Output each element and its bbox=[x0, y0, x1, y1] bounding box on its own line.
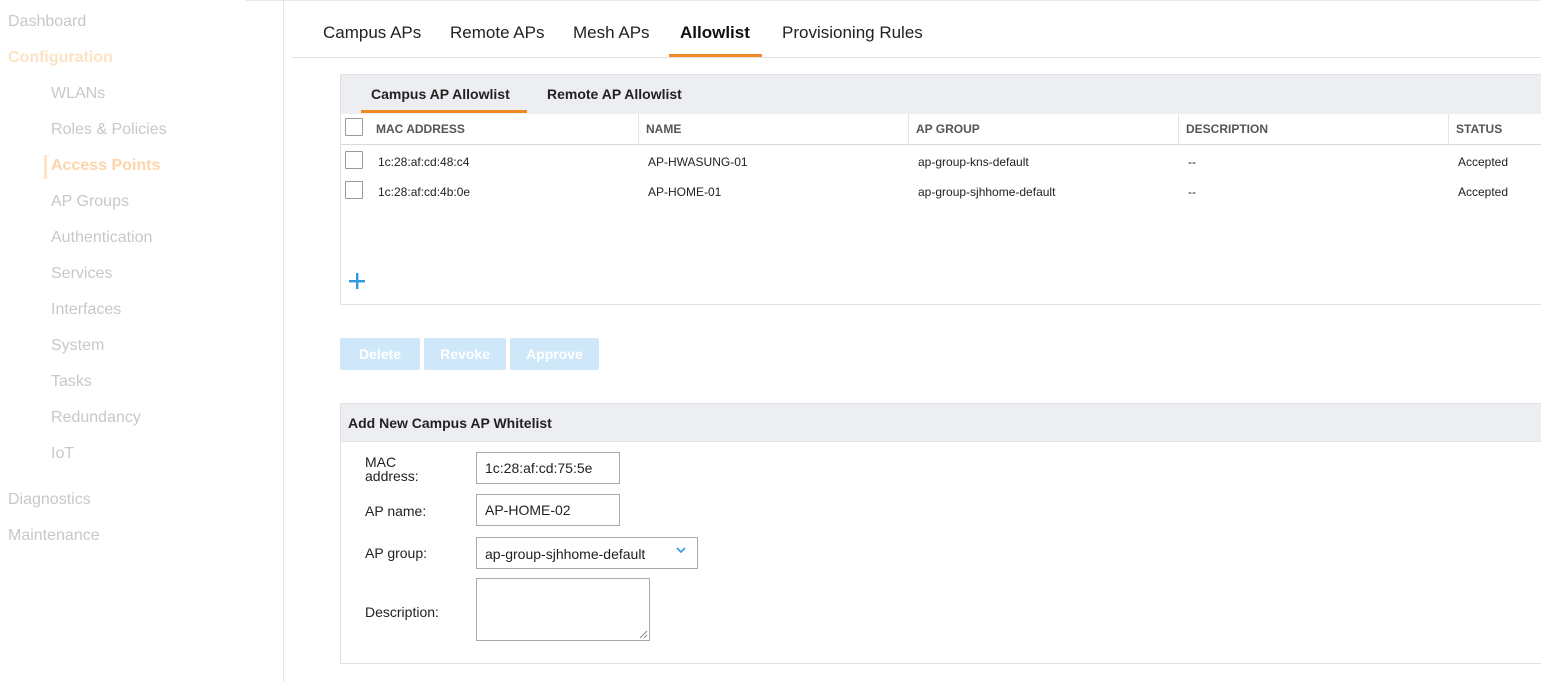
cell-name: AP-HWASUNG-01 bbox=[648, 155, 748, 169]
resize-grip-icon[interactable] bbox=[639, 630, 648, 639]
description-textarea[interactable] bbox=[476, 578, 650, 641]
column-divider bbox=[908, 114, 909, 145]
sidebar-item-redundancy[interactable]: Redundancy bbox=[51, 409, 141, 427]
cell-mac-address: 1c:28:af:cd:4b:0e bbox=[378, 185, 471, 199]
column-header-ap-group[interactable]: AP GROUP bbox=[916, 122, 980, 136]
nav-dashboard[interactable]: Dashboard bbox=[8, 13, 86, 31]
table-header: MAC ADDRESS NAME AP GROUP DESCRIPTION ST… bbox=[341, 114, 1541, 145]
description-label: Description: bbox=[365, 604, 439, 620]
allowlist-panel: Campus AP Allowlist Remote AP Allowlist … bbox=[340, 74, 1541, 305]
cell-mac-address: 1c:28:af:cd:48:c4 bbox=[378, 155, 470, 169]
active-tab-underline bbox=[669, 54, 762, 57]
tab-mesh-aps[interactable]: Mesh APs bbox=[573, 23, 650, 43]
sidebar-item-interfaces[interactable]: Interfaces bbox=[51, 301, 121, 319]
allowlist-subtabs: Campus AP Allowlist Remote AP Allowlist bbox=[341, 75, 1541, 114]
sidebar-item-ap-groups[interactable]: AP Groups bbox=[51, 193, 129, 211]
form-header: Add New Campus AP Whitelist bbox=[341, 404, 1541, 442]
ap-name-label: AP name: bbox=[365, 503, 427, 519]
row-checkbox[interactable] bbox=[345, 151, 363, 169]
cell-description: -- bbox=[1188, 185, 1196, 199]
approve-button[interactable]: Approve bbox=[510, 338, 599, 370]
column-header-name[interactable]: NAME bbox=[646, 122, 681, 136]
column-divider bbox=[638, 114, 639, 145]
ap-group-label: AP group: bbox=[365, 545, 428, 561]
sidebar-item-wlans[interactable]: WLANs bbox=[51, 85, 105, 103]
cell-description: -- bbox=[1188, 155, 1196, 169]
subtab-campus-ap-allowlist[interactable]: Campus AP Allowlist bbox=[371, 86, 510, 102]
sidebar-item-iot[interactable]: IoT bbox=[51, 445, 74, 463]
column-header-status[interactable]: STATUS bbox=[1456, 122, 1502, 136]
subtab-remote-ap-allowlist[interactable]: Remote AP Allowlist bbox=[547, 86, 682, 102]
cell-name: AP-HOME-01 bbox=[648, 185, 722, 199]
cell-status: Accepted bbox=[1458, 155, 1509, 169]
column-header-mac-address[interactable]: MAC ADDRESS bbox=[376, 122, 465, 136]
mac-address-label: MAC address: bbox=[365, 454, 419, 484]
tab-remote-aps[interactable]: Remote APs bbox=[450, 23, 545, 43]
active-nav-indicator bbox=[44, 155, 47, 179]
sidebar-item-system[interactable]: System bbox=[51, 337, 104, 355]
plus-icon[interactable] bbox=[347, 270, 367, 294]
select-all-checkbox[interactable] bbox=[345, 118, 363, 136]
cell-ap-group: ap-group-sjhhome-default bbox=[918, 185, 1056, 199]
delete-button[interactable]: Delete bbox=[340, 338, 420, 370]
cell-status: Accepted bbox=[1458, 185, 1509, 199]
row-checkbox[interactable] bbox=[345, 181, 363, 199]
form-title: Add New Campus AP Whitelist bbox=[348, 415, 552, 431]
column-header-description[interactable]: DESCRIPTION bbox=[1186, 122, 1268, 136]
revoke-button[interactable]: Revoke bbox=[424, 338, 506, 370]
nav-maintenance[interactable]: Maintenance bbox=[8, 527, 100, 545]
cell-ap-group: ap-group-kns-default bbox=[918, 155, 1029, 169]
nav-diagnostics[interactable]: Diagnostics bbox=[8, 491, 91, 509]
sidebar-item-tasks[interactable]: Tasks bbox=[51, 373, 92, 391]
ap-group-selected-value: ap-group-sjhhome-default bbox=[485, 546, 646, 562]
table-row[interactable]: 1c:28:af:cd:48:c4 AP-HWASUNG-01 ap-group… bbox=[341, 148, 1541, 178]
column-divider bbox=[1448, 114, 1449, 145]
mac-address-input[interactable] bbox=[476, 452, 620, 484]
tab-provisioning-rules[interactable]: Provisioning Rules bbox=[782, 23, 923, 43]
sidebar: Dashboard Configuration WLANs Roles & Po… bbox=[0, 0, 284, 682]
sidebar-item-roles-policies[interactable]: Roles & Policies bbox=[51, 121, 167, 139]
plus-icon-graphic bbox=[349, 273, 365, 289]
sidebar-item-access-points[interactable]: Access Points bbox=[51, 157, 160, 175]
chevron-down-icon bbox=[676, 547, 686, 554]
active-subtab-underline bbox=[361, 110, 527, 113]
tab-allowlist[interactable]: Allowlist bbox=[680, 23, 750, 43]
sidebar-item-authentication[interactable]: Authentication bbox=[51, 229, 152, 247]
column-divider bbox=[1178, 114, 1179, 145]
table-row[interactable]: 1c:28:af:cd:4b:0e AP-HOME-01 ap-group-sj… bbox=[341, 178, 1541, 208]
ap-group-select[interactable]: ap-group-sjhhome-default bbox=[476, 537, 698, 569]
nav-configuration[interactable]: Configuration bbox=[8, 49, 113, 67]
ap-tabs: Campus APs Remote APs Mesh APs Allowlist… bbox=[292, 0, 1541, 58]
sidebar-item-services[interactable]: Services bbox=[51, 265, 112, 283]
add-whitelist-form: Add New Campus AP Whitelist MAC address:… bbox=[340, 403, 1541, 664]
ap-name-input[interactable] bbox=[476, 494, 620, 526]
tab-campus-aps[interactable]: Campus APs bbox=[323, 23, 421, 43]
